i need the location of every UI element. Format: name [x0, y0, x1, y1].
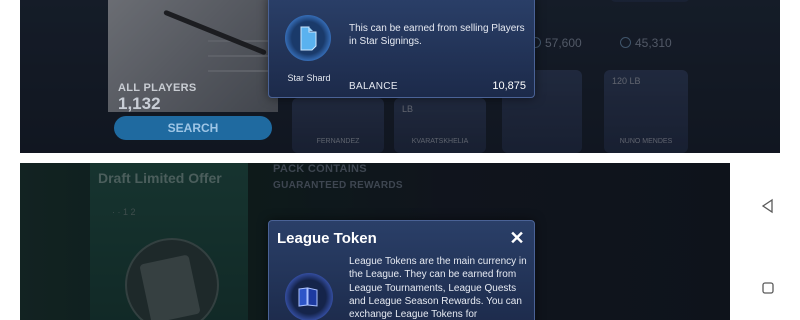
triangle-back-icon[interactable]	[760, 198, 776, 214]
star-shard-description: This can be earned from selling Players …	[349, 23, 525, 47]
balance-label: BALANCE	[349, 81, 398, 92]
star-shard-label: Star Shard	[287, 73, 331, 83]
league-token-icon	[285, 273, 333, 320]
player-count: 1,132	[118, 94, 161, 113]
close-icon[interactable]: ✕	[508, 229, 526, 247]
star-shard-popup: Star Shard This can be earned from selli…	[268, 0, 535, 98]
square-recents-icon[interactable]	[760, 280, 776, 296]
league-token-title: League Token	[277, 230, 377, 247]
balance-value: 10,875	[492, 80, 526, 92]
all-players-label: ALL PLAYERS	[118, 82, 197, 94]
league-token-popup: League Token ✕ League Tokens are the mai…	[268, 220, 535, 320]
star-shard-icon	[285, 15, 331, 61]
top-game-screenshot: FERNANDEZ LB KVARATSKHELIA LB 120 LB NUN…	[20, 0, 780, 153]
league-token-description: League Tokens are the main currency in t…	[349, 256, 527, 320]
bottom-game-screenshot: Draft Limited Offer · · 1 2 PACK CONTAIN…	[20, 163, 730, 320]
search-button[interactable]: SEARCH	[114, 116, 272, 140]
